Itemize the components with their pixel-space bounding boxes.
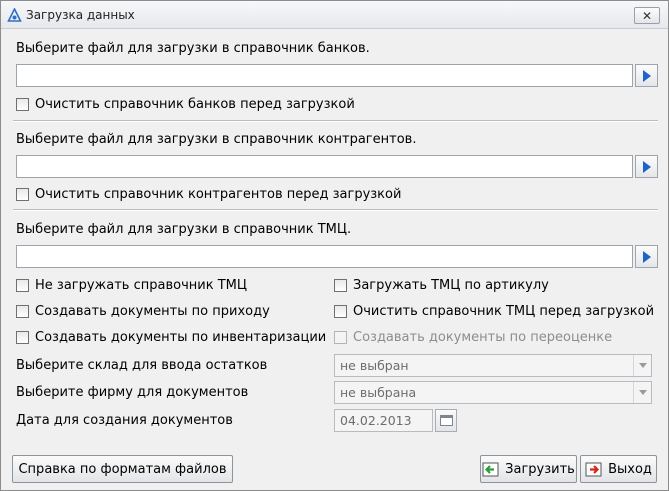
checkbox-box[interactable] (16, 331, 29, 344)
play-arrow-icon (642, 69, 651, 82)
exit-label: Выход (608, 461, 652, 477)
warehouse-value: не выбран (340, 358, 409, 373)
contractors-clear-label: Очистить справочник контрагентов перед з… (35, 187, 402, 202)
checkbox-box[interactable] (16, 98, 29, 111)
contractors-file-label: Выберите файл для загрузки в справочник … (16, 132, 417, 147)
checkbox-box[interactable] (16, 279, 29, 292)
create-inventory-checkbox[interactable]: Создавать документы по инвентаризации (16, 330, 326, 345)
firm-select[interactable]: не выбрана (334, 381, 652, 404)
firm-value: не выбрана (340, 385, 417, 400)
goods-file-label: Выберите файл для загрузки в справочник … (16, 222, 352, 237)
date-value: 04.02.2013 (340, 413, 412, 428)
banks-file-input[interactable] (16, 64, 633, 87)
play-arrow-icon (642, 250, 651, 263)
no-load-goods-label: Не загружать справочник ТМЦ (35, 278, 247, 293)
contractors-clear-checkbox[interactable]: Очистить справочник контрагентов перед з… (16, 187, 401, 202)
play-arrow-icon (642, 160, 651, 173)
clear-goods-checkbox[interactable]: Очистить справочник ТМЦ перед загрузкой (334, 304, 654, 319)
load-by-article-checkbox[interactable]: Загружать ТМЦ по артикулу (334, 278, 549, 293)
chevron-down-icon[interactable] (633, 382, 651, 403)
checkbox-box[interactable] (16, 305, 29, 318)
checkbox-box[interactable] (334, 305, 347, 318)
title-bar[interactable]: Загрузка данных ✕ (1, 1, 668, 29)
contractors-browse-button[interactable] (635, 155, 658, 178)
checkbox-box (334, 331, 347, 344)
banks-clear-label: Очистить справочник банков перед загрузк… (35, 97, 355, 112)
chevron-down-icon[interactable] (633, 355, 651, 376)
banks-browse-button[interactable] (635, 64, 658, 87)
date-input[interactable]: 04.02.2013 (334, 409, 433, 432)
calendar-button[interactable] (435, 409, 457, 432)
create-incoming-checkbox[interactable]: Создавать документы по приходу (16, 304, 270, 319)
help-formats-button[interactable]: Справка по форматам файлов (12, 455, 233, 483)
dialog-window: Загрузка данных ✕ Выберите файл для загр… (0, 0, 669, 491)
exit-icon (585, 462, 602, 476)
load-by-article-label: Загружать ТМЦ по артикулу (353, 278, 549, 293)
warehouse-label: Выберите склад для ввода остатков (16, 358, 268, 373)
no-load-goods-checkbox[interactable]: Не загружать справочник ТМЦ (16, 278, 247, 293)
firm-label: Выберите фирму для документов (16, 385, 249, 400)
banks-clear-checkbox[interactable]: Очистить справочник банков перед загрузк… (16, 97, 355, 112)
import-icon (482, 462, 499, 476)
close-icon: ✕ (641, 8, 653, 23)
goods-browse-button[interactable] (635, 245, 658, 268)
separator (13, 120, 658, 122)
contractors-file-input[interactable] (16, 155, 633, 178)
load-label: Загрузить (505, 461, 575, 477)
load-button[interactable]: Загрузить (480, 455, 577, 483)
warehouse-select[interactable]: не выбран (334, 354, 652, 377)
create-revaluation-checkbox: Создавать документы по переоценке (334, 330, 612, 345)
separator (13, 209, 658, 211)
goods-file-input[interactable] (16, 245, 633, 268)
create-revaluation-label: Создавать документы по переоценке (353, 330, 613, 345)
window-title: Загрузка данных (26, 8, 135, 22)
help-formats-label: Справка по форматам файлов (18, 461, 227, 477)
date-label: Дата для создания документов (16, 413, 233, 428)
checkbox-box[interactable] (334, 279, 347, 292)
close-button[interactable]: ✕ (634, 7, 660, 24)
app-icon (7, 8, 22, 22)
create-inventory-label: Создавать документы по инвентаризации (35, 330, 327, 345)
exit-button[interactable]: Выход (580, 455, 657, 483)
create-incoming-label: Создавать документы по приходу (35, 304, 270, 319)
clear-goods-label: Очистить справочник ТМЦ перед загрузкой (353, 304, 655, 319)
checkbox-box[interactable] (16, 188, 29, 201)
calendar-icon (439, 415, 453, 426)
banks-file-label: Выберите файл для загрузки в справочник … (16, 41, 370, 56)
